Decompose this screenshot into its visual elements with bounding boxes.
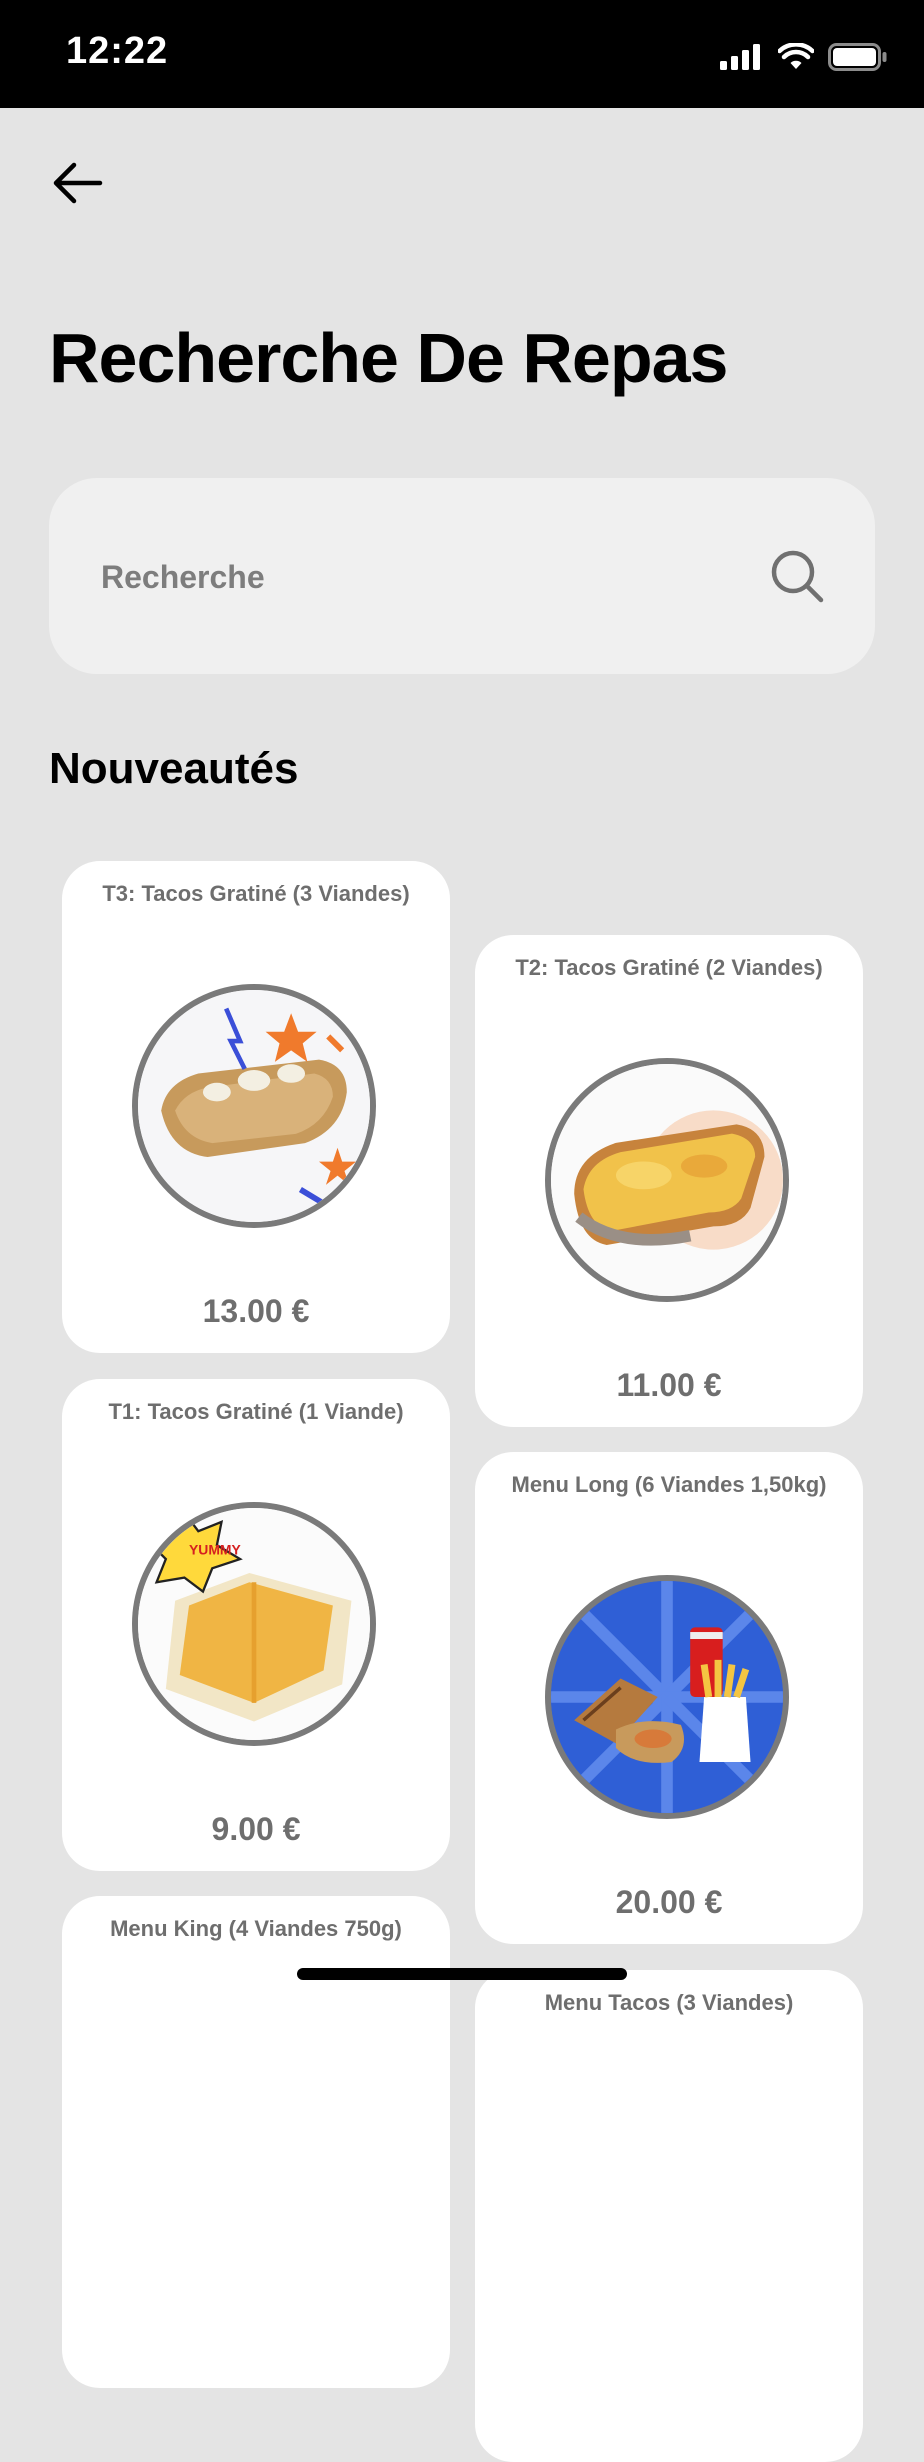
product-name: T3: Tacos Gratiné (3 Viandes) xyxy=(102,881,410,906)
product-name: Menu Tacos (3 Viandes) xyxy=(544,1990,794,2015)
cellular-signal-icon xyxy=(720,44,760,70)
product-image xyxy=(545,1058,789,1302)
product-price: 9.00 € xyxy=(211,1811,301,1847)
search-input[interactable] xyxy=(99,540,743,614)
product-name: T1: Tacos Gratiné (1 Viande) xyxy=(108,1399,404,1424)
product-image xyxy=(132,984,376,1228)
product-card[interactable]: Menu Long (6 Viandes 1,50kg) 20.00 € xyxy=(475,1452,863,1944)
search-icon[interactable] xyxy=(769,548,825,604)
product-image xyxy=(545,1575,789,1819)
back-button[interactable] xyxy=(50,158,110,208)
product-price: 11.00 € xyxy=(616,1367,722,1403)
product-name: Menu Long (6 Viandes 1,50kg) xyxy=(511,1472,827,1497)
product-price: 13.00 € xyxy=(202,1293,310,1329)
product-card[interactable]: T3: Tacos Gratiné (3 Viandes) 13.00 € xyxy=(62,861,450,1353)
wifi-icon xyxy=(778,43,814,69)
svg-text:YUMMY: YUMMY xyxy=(189,1541,241,1557)
status-icons xyxy=(720,40,888,74)
product-price: 20.00 € xyxy=(615,1884,723,1920)
product-name: T2: Tacos Gratiné (2 Viandes) xyxy=(515,955,823,980)
status-time: 12:22 xyxy=(66,30,169,72)
search-box[interactable] xyxy=(49,478,875,674)
arrow-left-icon xyxy=(53,162,103,204)
section-title: Nouveautés xyxy=(49,744,299,793)
product-card[interactable]: Menu Tacos (3 Viandes) xyxy=(475,1970,863,2462)
home-indicator xyxy=(297,1968,627,1980)
battery-icon xyxy=(828,43,887,71)
product-image: YUMMY xyxy=(132,1502,376,1746)
product-card[interactable]: T1: Tacos Gratiné (1 Viande) YUMMY 9.00 … xyxy=(62,1379,450,1871)
product-card[interactable]: T2: Tacos Gratiné (2 Viandes) 11.00 € xyxy=(475,935,863,1427)
page-title: Recherche De Repas xyxy=(49,319,728,397)
status-bar: 12:22 xyxy=(0,0,924,108)
product-name: Menu King (4 Viandes 750g) xyxy=(110,1916,402,1941)
